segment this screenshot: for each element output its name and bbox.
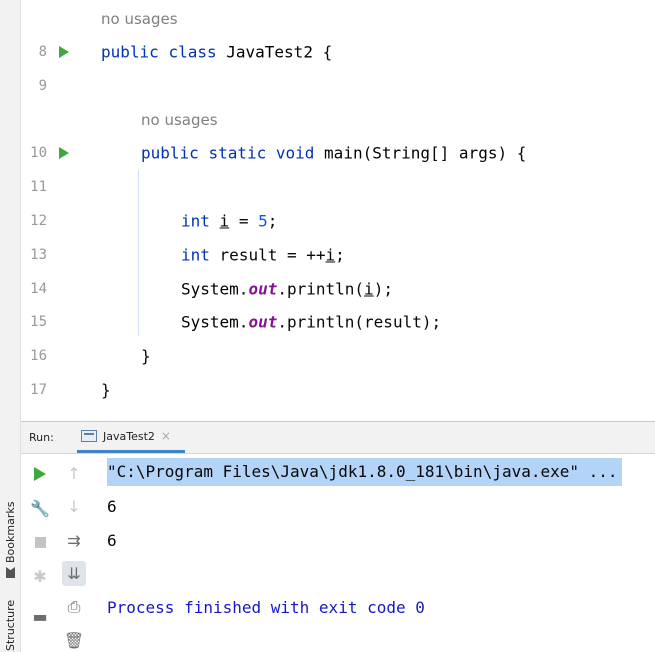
line-number: 14 (30, 281, 47, 297)
code-text[interactable]: } (101, 381, 111, 400)
wrench-icon: 🔧 (30, 498, 50, 518)
debug-button[interactable]: ✱ (28, 563, 52, 589)
bookmark-icon (6, 567, 15, 578)
run-panel: Run: JavaTest2 × 🔧 ✱ ▬ ↑ ↓ ⇉ ⇊ ⎙ 🗑 "C:\P… (21, 421, 655, 652)
code-line: 10 public static void main(String[] args… (21, 136, 655, 170)
arrow-up-icon: ↑ (67, 464, 81, 484)
code-line: no usages (21, 2, 655, 36)
usage-hint[interactable]: no usages (101, 10, 178, 28)
code-line: 16 } (21, 339, 655, 373)
console-tab-icon (81, 430, 97, 442)
soft-wrap-icon: ⇉ (67, 530, 81, 550)
code-line: 14 System.out.println(i); (21, 272, 655, 306)
code-line: 12 int i = 5; (21, 204, 655, 238)
left-tool-strip: Bookmarks Structure (0, 0, 21, 652)
code-line: 15 System.out.println(result); (21, 305, 655, 339)
line-number: 10 (30, 145, 47, 161)
console-output-line: 6 (107, 497, 117, 516)
console-exit-message: Process finished with exit code 0 (107, 598, 425, 617)
debug-icon: ✱ (33, 566, 47, 586)
code-line: 11 (21, 170, 655, 204)
code-line: no usages (21, 103, 655, 137)
close-icon[interactable]: × (161, 429, 171, 443)
print-button[interactable]: ⎙ (62, 594, 86, 619)
print-icon: ⎙ (67, 596, 81, 616)
scroll-to-end-button[interactable]: ⇊ (62, 560, 86, 587)
run-tab-javatest2[interactable]: JavaTest2 × (77, 422, 185, 453)
line-number: 8 (38, 44, 47, 60)
bookmarks-label: Bookmarks (4, 501, 17, 563)
arrow-down-icon: ↓ (67, 497, 81, 517)
line-number: 12 (30, 213, 47, 229)
layout-icon: ▬ (32, 606, 48, 626)
run-settings-button[interactable]: 🔧 (28, 495, 52, 521)
scroll-down-button[interactable]: ↓ (62, 494, 86, 519)
structure-tool-tab[interactable]: Structure (2, 600, 19, 652)
soft-wrap-button[interactable]: ⇉ (62, 528, 86, 553)
code-text[interactable]: int i = 5; (181, 212, 277, 231)
run-gutter-icon[interactable] (59, 147, 69, 159)
code-editor[interactable]: no usages 8 public class JavaTest2 { 9 n… (21, 0, 655, 421)
code-text[interactable]: System.out.println(i); (181, 280, 393, 299)
rerun-button[interactable] (28, 461, 52, 487)
scroll-up-button[interactable]: ↑ (62, 461, 86, 486)
run-tab-title: JavaTest2 (103, 429, 155, 443)
run-toolbar-right: ↑ ↓ ⇉ ⇊ ⎙ 🗑 (59, 454, 89, 652)
code-line: 17 } (21, 373, 655, 407)
console-output[interactable]: "C:\Program Files\Java\jdk1.8.0_181\bin\… (107, 454, 655, 652)
stop-button[interactable] (28, 529, 52, 555)
run-toolbar-left: 🔧 ✱ ▬ (25, 454, 55, 652)
clear-all-button[interactable]: 🗑 (62, 628, 86, 652)
line-number: 16 (30, 348, 47, 364)
scroll-to-end-icon: ⇊ (67, 564, 81, 584)
line-number: 17 (30, 382, 47, 398)
line-number: 15 (30, 314, 47, 330)
play-icon (34, 467, 46, 481)
console-command-line[interactable]: "C:\Program Files\Java\jdk1.8.0_181\bin\… (107, 458, 622, 486)
code-text[interactable]: System.out.println(result); (181, 313, 441, 332)
code-text[interactable]: public class JavaTest2 { (101, 43, 332, 62)
structure-label: Structure (4, 600, 17, 652)
code-line: 9 (21, 69, 655, 103)
layout-button[interactable]: ▬ (28, 603, 52, 629)
console-output-line: 6 (107, 531, 117, 550)
line-number: 13 (30, 247, 47, 263)
line-number: 9 (38, 78, 47, 94)
trash-icon: 🗑 (63, 630, 85, 650)
code-text[interactable]: } (141, 347, 151, 366)
code-line: 8 public class JavaTest2 { (21, 35, 655, 69)
run-panel-header: Run: JavaTest2 × (21, 422, 655, 454)
run-label: Run: (29, 431, 54, 444)
code-text[interactable]: public static void main(String[] args) { (141, 144, 526, 163)
bookmarks-tool-tab[interactable]: Bookmarks (2, 482, 19, 578)
line-number: 11 (30, 179, 47, 195)
run-gutter-icon[interactable] (59, 46, 69, 58)
usage-hint[interactable]: no usages (141, 111, 218, 129)
code-text[interactable]: int result = ++i; (181, 246, 345, 265)
stop-icon (34, 536, 46, 548)
code-line: 13 int result = ++i; (21, 238, 655, 272)
